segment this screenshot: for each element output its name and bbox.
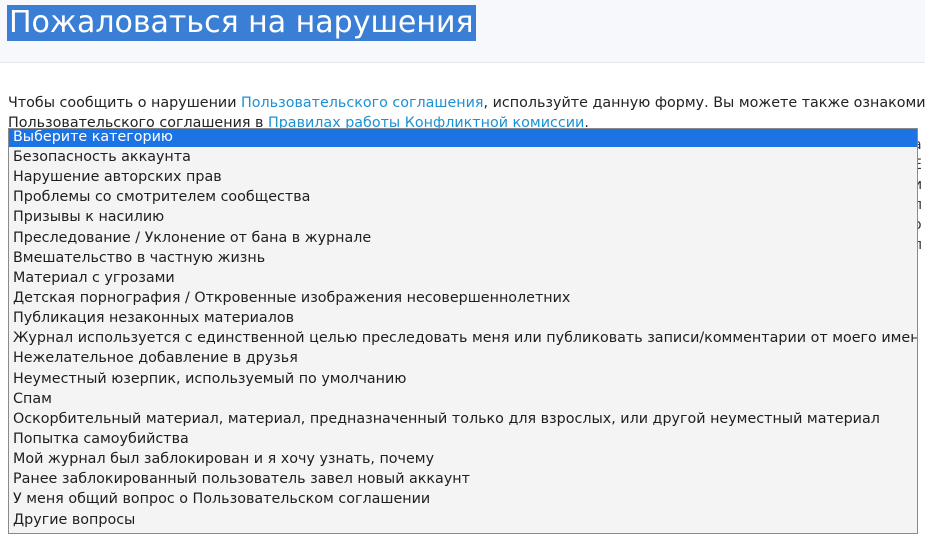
category-option-violence[interactable]: Призывы к насилию [9,207,917,227]
category-option-general-question[interactable]: У меня общий вопрос о Пользовательском с… [9,489,917,509]
category-option-unwanted-friending[interactable]: Нежелательное добавление в друзья [9,348,917,368]
category-option-csam[interactable]: Детская порнография / Откровенные изобра… [9,288,917,308]
category-option-harassment[interactable]: Преследование / Уклонение от бана в журн… [9,228,917,248]
category-option-inappropriate-userpic[interactable]: Неуместный юзерпик, используемый по умол… [9,369,917,389]
category-option-community-maintainer[interactable]: Проблемы со смотрителем сообщества [9,187,917,207]
category-option-account-security[interactable]: Безопасность аккаунта [9,147,917,167]
category-option-offensive-content[interactable]: Оскорбительный материал, материал, предн… [9,409,917,429]
category-option-journal-suspended[interactable]: Мой журнал был заблокирован и я хочу узн… [9,449,917,469]
category-option-spam[interactable]: Спам [9,389,917,409]
category-option-privacy[interactable]: Вмешательство в частную жизнь [9,248,917,268]
category-option-copyright[interactable]: Нарушение авторских прав [9,167,917,187]
category-option-harassment-journal[interactable]: Журнал используется с единственной целью… [9,328,917,348]
category-dropdown-list[interactable]: Выберите категорию Безопасность аккаунта… [8,128,918,534]
category-option-ban-evasion[interactable]: Ранее заблокированный пользователь завел… [9,469,917,489]
category-option-placeholder[interactable]: Выберите категорию [9,129,917,147]
page-title: Пожаловаться на нарушения [7,5,476,41]
category-option-suicide[interactable]: Попытка самоубийства [9,429,917,449]
terms-of-service-link[interactable]: Пользовательского соглашения [241,95,483,111]
category-option-threats[interactable]: Материал с угрозами [9,268,917,288]
intro-text: Чтобы сообщить о нарушении Пользовательс… [8,93,925,133]
category-option-other[interactable]: Другие вопросы [9,510,917,530]
page-header: Пожаловаться на нарушения [0,0,925,63]
category-option-illegal-content[interactable]: Публикация незаконных материалов [9,308,917,328]
intro-text-before: Чтобы сообщить о нарушении [8,95,242,111]
intro-text-after: , используйте данную форму. Вы можете та… [483,95,925,111]
